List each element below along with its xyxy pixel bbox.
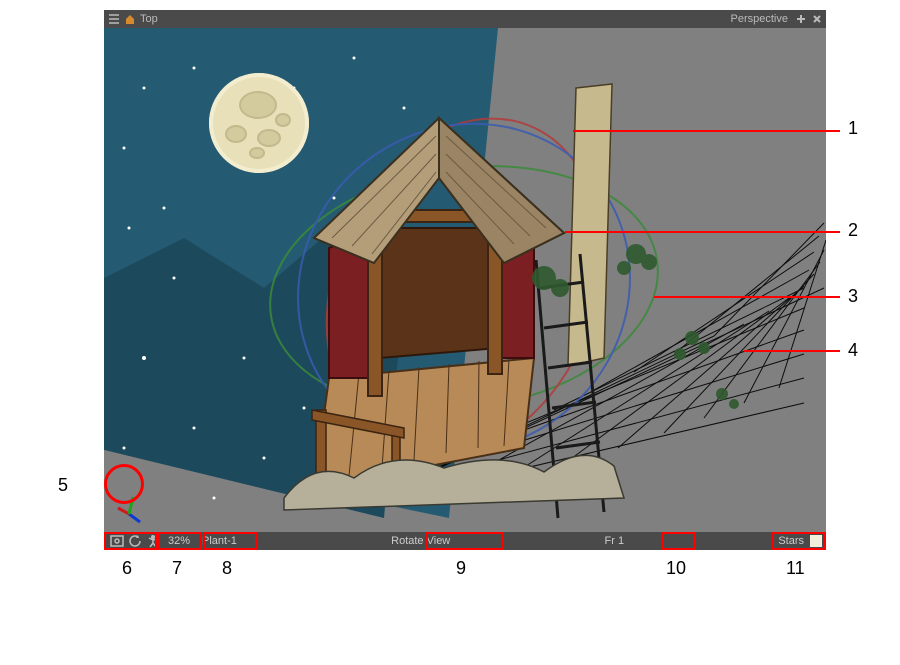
panel-title: Top: [140, 13, 158, 25]
selected-layer-name[interactable]: Plant-1: [196, 535, 243, 547]
bg-color-label: Stars: [772, 535, 806, 547]
bg-color-swatch[interactable]: [810, 535, 822, 547]
axis-tripod-icon[interactable]: [110, 492, 148, 530]
current-tool-label: Rotate View: [385, 535, 456, 547]
close-panel-icon[interactable]: [810, 12, 824, 26]
reset-view-icon[interactable]: [126, 534, 144, 548]
viewport-panel: Top Perspective: [104, 10, 826, 550]
zoom-level[interactable]: 32%: [162, 535, 196, 547]
annotation-label-3: 3: [848, 286, 858, 307]
cabin-drawing: [104, 28, 826, 532]
person-pose-icon[interactable]: [144, 534, 162, 548]
annotation-label-2: 2: [848, 220, 858, 241]
home-icon[interactable]: [122, 11, 138, 27]
annotation-label-5: 5: [58, 475, 68, 496]
annotation-label-7: 7: [172, 558, 182, 579]
panel-top-bar: Top Perspective: [104, 10, 826, 28]
add-panel-icon[interactable]: [794, 12, 808, 26]
panel-bottom-bar: 32% Plant-1 Rotate View Fr 1 Stars: [104, 532, 826, 550]
panel-menu-icon[interactable]: [106, 11, 122, 27]
annotation-label-1: 1: [848, 118, 858, 139]
frame-indicator[interactable]: Fr 1: [599, 535, 631, 547]
annotation-label-6: 6: [122, 558, 132, 579]
page-root: Top Perspective: [0, 0, 900, 665]
camera-frame-icon[interactable]: [108, 535, 126, 547]
viewport-canvas[interactable]: [104, 28, 826, 532]
annotation-label-9: 9: [456, 558, 466, 579]
annotation-label-4: 4: [848, 340, 858, 361]
annotation-label-8: 8: [222, 558, 232, 579]
annotation-label-10: 10: [666, 558, 686, 579]
view-mode-label[interactable]: Perspective: [731, 13, 788, 25]
annotation-label-11: 11: [786, 558, 805, 579]
